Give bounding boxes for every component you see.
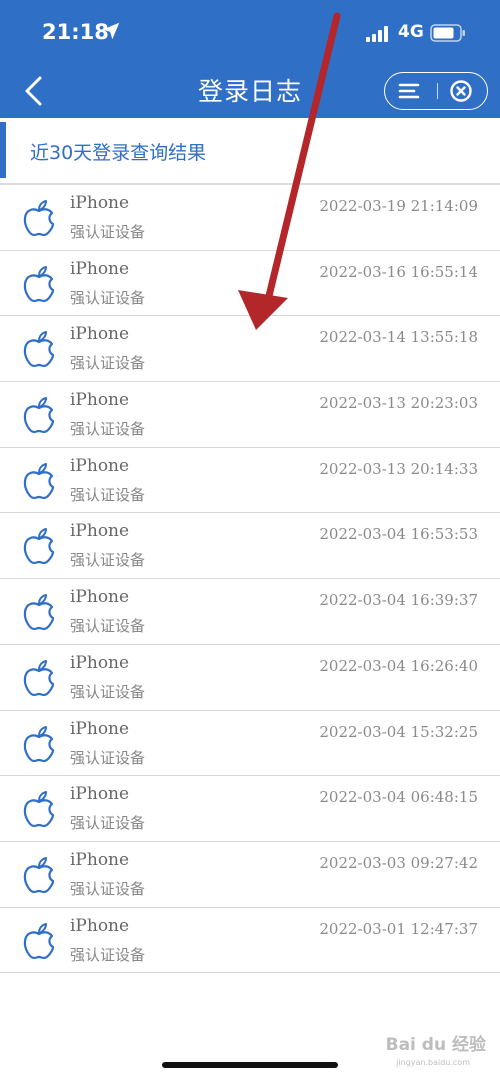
- menu-icon[interactable]: [397, 81, 421, 101]
- login-time: 2022-03-04 06:48:15: [319, 788, 478, 807]
- device-name: iPhone: [70, 718, 130, 739]
- login-time: 2022-03-19 21:14:09: [319, 197, 478, 215]
- device-type: 强认证设备: [70, 879, 146, 898]
- apple-icon: [23, 462, 55, 499]
- apple-icon: [23, 922, 55, 959]
- close-circle-icon[interactable]: [449, 79, 473, 103]
- apple-icon: [23, 331, 55, 368]
- battery-icon: [430, 24, 465, 42]
- nav-bar: 登录日志: [0, 64, 500, 118]
- device-type: 强认证设备: [70, 945, 146, 964]
- device-name: iPhone: [70, 455, 130, 476]
- section-title: 近30天登录查询结果: [30, 142, 207, 164]
- login-time: 2022-03-03 09:27:42: [319, 853, 478, 872]
- apple-icon: [23, 856, 55, 893]
- apple-icon: [23, 791, 55, 828]
- device-name: iPhone: [70, 258, 130, 279]
- capsule-menu: [384, 72, 488, 110]
- apple-icon: [23, 594, 55, 631]
- status-time: 21:18: [42, 20, 109, 44]
- apple-icon: [23, 528, 55, 565]
- device-name: iPhone: [70, 521, 130, 542]
- list-item[interactable]: iPhone 强认证设备 2022-03-13 20:23:03: [0, 382, 500, 448]
- login-time: 2022-03-04 16:53:53: [319, 525, 478, 544]
- login-time: 2022-03-04 16:39:37: [319, 591, 478, 610]
- list-item[interactable]: iPhone 强认证设备 2022-03-13 20:14:33: [0, 448, 500, 514]
- watermark-brand: Bai du 经验: [385, 1035, 486, 1055]
- watermark-url: jingyan.baidu.com: [396, 1058, 470, 1067]
- login-time: 2022-03-14 13:55:18: [319, 328, 478, 347]
- device-type: 强认证设备: [70, 748, 146, 767]
- device-name: iPhone: [70, 849, 130, 870]
- app-header: 21:18 4G 登录日志: [0, 0, 500, 118]
- device-type: 强认证设备: [70, 288, 146, 307]
- device-name: iPhone: [70, 390, 130, 411]
- device-name: iPhone: [70, 784, 130, 805]
- device-name: iPhone: [70, 193, 130, 213]
- list-item[interactable]: iPhone 强认证设备 2022-03-04 16:53:53: [0, 513, 500, 580]
- list-item[interactable]: iPhone 强认证设备 2022-03-01 12:47:37: [0, 908, 500, 974]
- signal-icon: [366, 26, 388, 42]
- list-item[interactable]: iPhone 强认证设备 2022-03-03 09:27:42: [0, 842, 500, 908]
- section-accent-bar: [0, 122, 6, 178]
- capsule-divider: [437, 83, 438, 99]
- device-type: 强认证设备: [70, 551, 146, 570]
- device-type: 强认证设备: [70, 617, 146, 636]
- apple-icon: [23, 200, 55, 237]
- apple-icon: [23, 265, 55, 302]
- device-type: 强认证设备: [70, 682, 146, 701]
- list-item[interactable]: iPhone 强认证设备 2022-03-04 06:48:15: [0, 776, 500, 842]
- login-time: 2022-03-04 16:26:40: [319, 656, 478, 675]
- device-name: iPhone: [70, 324, 130, 345]
- login-time: 2022-03-16 16:55:14: [319, 262, 478, 281]
- device-type: 强认证设备: [70, 354, 146, 373]
- apple-icon: [23, 725, 55, 762]
- login-time: 2022-03-13 20:23:03: [319, 394, 478, 413]
- login-time: 2022-03-01 12:47:37: [319, 919, 478, 938]
- login-time: 2022-03-13 20:14:33: [319, 459, 478, 478]
- list-item[interactable]: iPhone 强认证设备 2022-03-04 16:26:40: [0, 645, 500, 711]
- list-item[interactable]: iPhone 强认证设备 2022-03-16 16:55:14: [0, 251, 500, 317]
- apple-icon: [23, 397, 55, 434]
- home-indicator: [162, 1062, 338, 1068]
- device-name: iPhone: [70, 587, 130, 608]
- location-arrow-icon: [102, 22, 120, 40]
- apple-icon: [23, 659, 55, 696]
- login-time: 2022-03-04 15:32:25: [319, 722, 478, 741]
- device-name: iPhone: [70, 652, 130, 673]
- device-type: 强认证设备: [70, 420, 146, 439]
- device-type: 强认证设备: [70, 223, 146, 241]
- list-item[interactable]: iPhone 强认证设备 2022-03-04 16:39:37: [0, 579, 500, 645]
- section-header: 近30天登录查询结果: [0, 122, 500, 178]
- status-bar: 21:18 4G: [0, 0, 500, 64]
- device-type: 强认证设备: [70, 814, 146, 833]
- list-item[interactable]: iPhone 强认证设备 2022-03-04 15:32:25: [0, 711, 500, 777]
- list-item[interactable]: iPhone 强认证设备 2022-03-19 21:14:09: [0, 185, 500, 251]
- network-type: 4G: [398, 22, 424, 42]
- device-type: 强认证设备: [70, 485, 146, 504]
- login-record-list: iPhone 强认证设备 2022-03-19 21:14:09 iPhone 强认证设…: [0, 183, 500, 974]
- list-item[interactable]: iPhone 强认证设备 2022-03-14 13:55:18: [0, 316, 500, 383]
- device-name: iPhone: [70, 915, 130, 936]
